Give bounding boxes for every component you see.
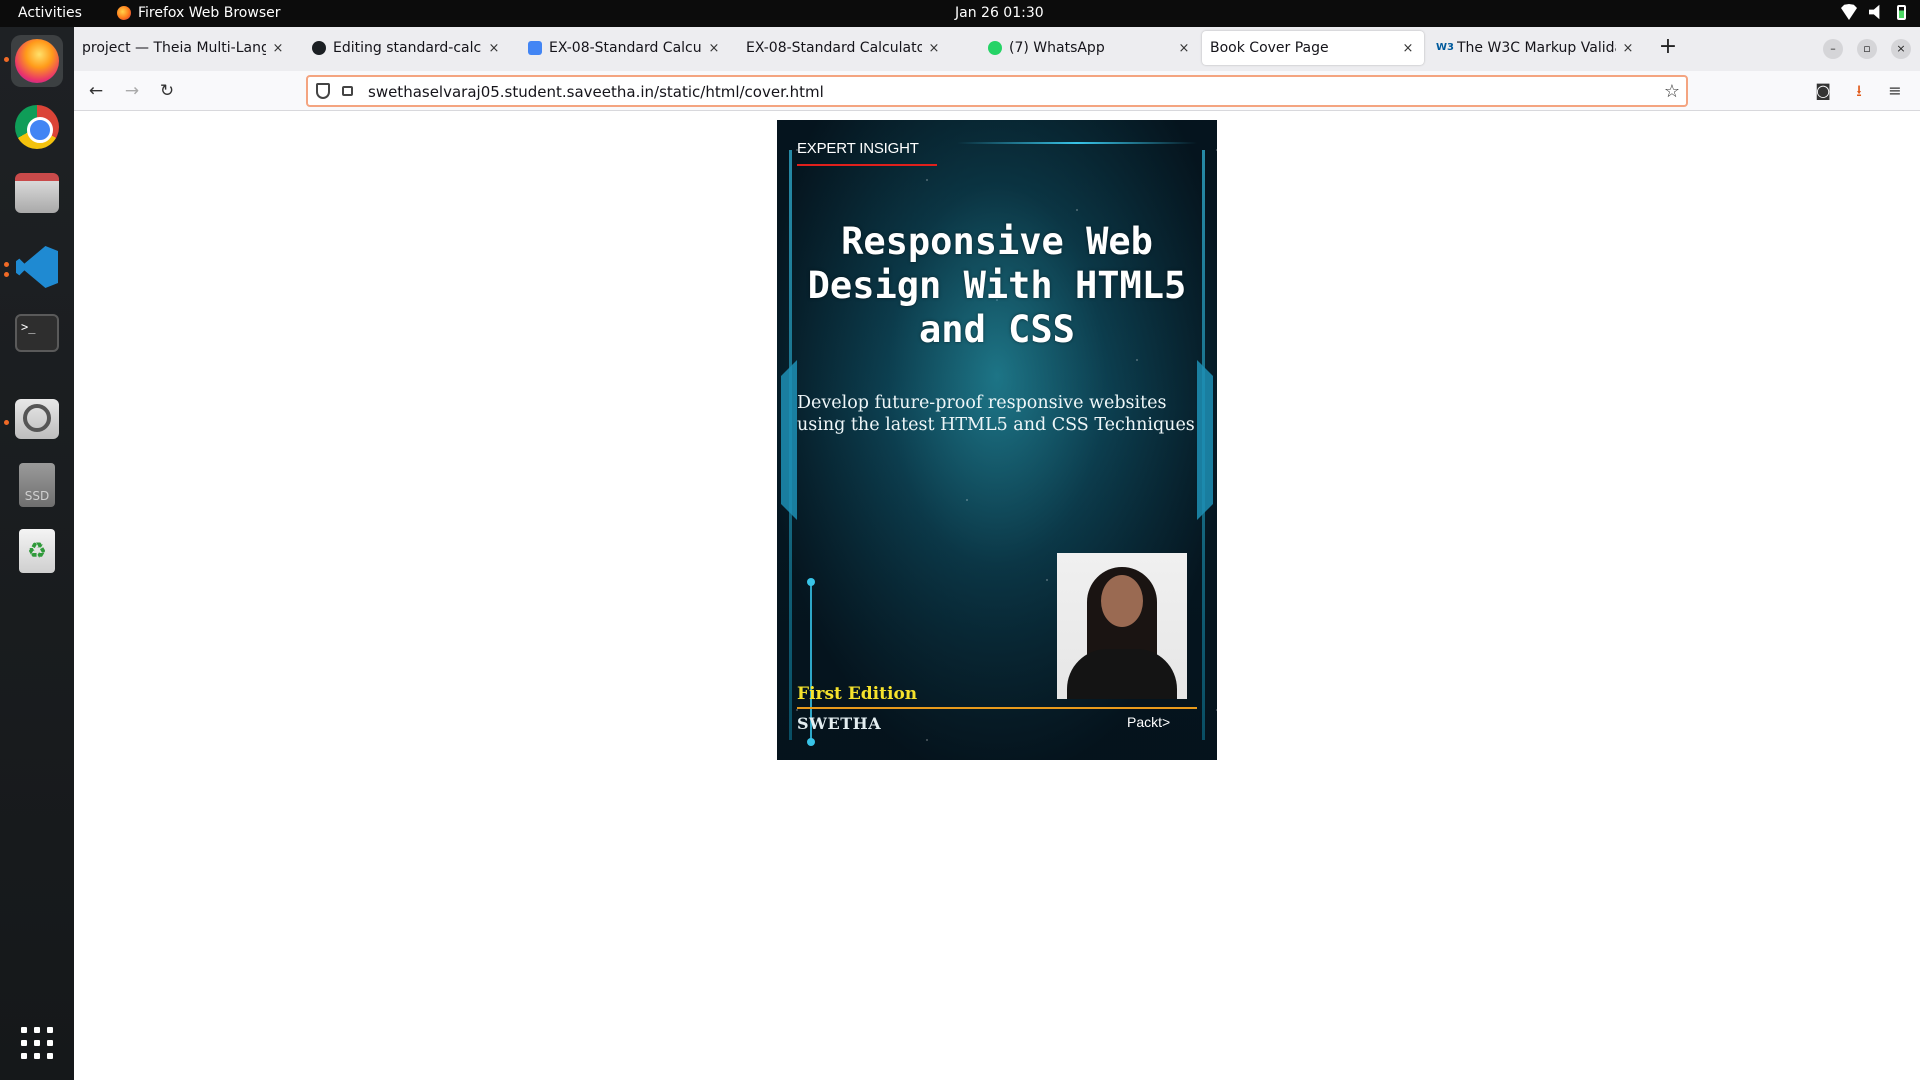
tab-label: (7) WhatsApp bbox=[1009, 40, 1105, 56]
system-top-bar: Activities Firefox Web Browser Jan 26 01… bbox=[0, 0, 1920, 27]
tab-whatsapp[interactable]: (7) WhatsApp × bbox=[980, 31, 1200, 65]
url-bar[interactable]: swethaselvaraj05.student.saveetha.in/sta… bbox=[306, 75, 1688, 107]
firefox-window: project — Theia Multi-Langu × Editing st… bbox=[74, 27, 1920, 1080]
photo-face bbox=[1101, 575, 1143, 627]
running-indicator bbox=[4, 420, 9, 425]
dock-search[interactable] bbox=[11, 393, 63, 445]
lock-icon[interactable] bbox=[342, 86, 353, 96]
forward-button[interactable]: → bbox=[120, 79, 144, 103]
window-close-button[interactable]: × bbox=[1891, 39, 1911, 59]
dock-firefox[interactable] bbox=[11, 35, 63, 87]
tab-strip: project — Theia Multi-Langu × Editing st… bbox=[74, 27, 1920, 71]
close-icon[interactable]: × bbox=[486, 41, 502, 56]
wifi-icon bbox=[1841, 4, 1857, 20]
book-subtitle: Develop future-proof responsive websites… bbox=[797, 393, 1195, 435]
restore-button[interactable]: ▫ bbox=[1857, 39, 1877, 59]
drive-icon: SSD bbox=[19, 463, 55, 507]
running-indicator bbox=[4, 272, 9, 277]
pocket-icon[interactable]: ◙ bbox=[1812, 80, 1834, 102]
dock-chrome[interactable] bbox=[11, 101, 63, 153]
app-menu-label: Firefox Web Browser bbox=[138, 5, 281, 21]
downloads-icon[interactable]: ⭳ bbox=[1848, 80, 1870, 102]
close-icon[interactable]: × bbox=[926, 41, 942, 56]
dock-trash[interactable]: ♻ bbox=[11, 525, 63, 577]
show-apps-button[interactable] bbox=[11, 1017, 63, 1069]
tab-label: EX-08-Standard Calculato bbox=[549, 40, 702, 56]
tab-docs-2[interactable]: EX-08-Standard Calculator - ( × bbox=[738, 31, 950, 65]
tab-book-cover[interactable]: Book Cover Page × bbox=[1202, 31, 1424, 65]
bookmark-star-icon[interactable]: ☆ bbox=[1664, 81, 1680, 102]
terminal-icon: >_ bbox=[15, 314, 59, 352]
frame-top-glow bbox=[957, 142, 1197, 144]
circuit-node bbox=[807, 578, 815, 586]
close-icon[interactable]: × bbox=[1620, 41, 1636, 56]
tab-github[interactable]: Editing standard-calculat × bbox=[304, 31, 510, 65]
dock-vscode[interactable] bbox=[11, 241, 63, 293]
tracking-shield-icon[interactable] bbox=[316, 83, 330, 99]
tab-w3c[interactable]: W3 The W3C Markup Validati × bbox=[1428, 31, 1644, 65]
tab-theia[interactable]: project — Theia Multi-Langu × bbox=[74, 31, 294, 65]
page-content: EXPERT INSIGHT Responsive Web Design Wit… bbox=[74, 112, 1920, 1080]
edition-label: First Edition bbox=[797, 684, 918, 704]
dock-terminal[interactable]: >_ bbox=[11, 307, 63, 359]
frame-bracket-left bbox=[781, 360, 797, 520]
tab-label: project — Theia Multi-Langu bbox=[82, 40, 266, 56]
publisher-logo: Packt> bbox=[1127, 714, 1171, 730]
firefox-icon bbox=[15, 39, 59, 83]
magnifier-icon bbox=[15, 399, 59, 439]
chrome-icon bbox=[15, 105, 59, 149]
tab-label: The W3C Markup Validati bbox=[1457, 40, 1616, 56]
close-icon[interactable]: × bbox=[270, 41, 286, 56]
clock[interactable]: Jan 26 01:30 bbox=[955, 5, 1044, 21]
dock-ssd[interactable]: SSD bbox=[11, 459, 63, 511]
battery-icon bbox=[1897, 4, 1906, 20]
minimize-button[interactable]: – bbox=[1823, 39, 1843, 59]
author-name: SWETHA bbox=[797, 714, 882, 733]
book-cover: EXPERT INSIGHT Responsive Web Design Wit… bbox=[777, 120, 1217, 760]
whatsapp-icon bbox=[988, 41, 1002, 55]
github-icon bbox=[312, 41, 326, 55]
w3c-icon: W3 bbox=[1436, 42, 1454, 53]
tab-label: EX-08-Standard Calculator - ( bbox=[746, 40, 922, 56]
tab-docs-1[interactable]: EX-08-Standard Calculato × bbox=[520, 31, 730, 65]
close-icon[interactable]: × bbox=[706, 41, 722, 56]
author-photo bbox=[1057, 553, 1187, 699]
app-menu[interactable]: Firefox Web Browser bbox=[117, 5, 281, 21]
vscode-icon bbox=[16, 246, 58, 288]
url-text[interactable]: swethaselvaraj05.student.saveetha.in/sta… bbox=[368, 83, 824, 101]
dock-files[interactable] bbox=[11, 167, 63, 219]
photo-body bbox=[1067, 649, 1177, 699]
firefox-mini-icon bbox=[117, 6, 131, 20]
book-title: Responsive Web Design With HTML5 and CSS bbox=[807, 220, 1187, 351]
tab-label: Editing standard-calculat bbox=[333, 40, 482, 56]
grid-icon bbox=[21, 1027, 53, 1059]
files-icon bbox=[15, 173, 59, 213]
running-indicator bbox=[4, 262, 9, 267]
new-tab-button[interactable]: + bbox=[1653, 33, 1683, 63]
docs-icon bbox=[528, 41, 542, 55]
edition-rule bbox=[797, 707, 1197, 709]
activities-button[interactable]: Activities bbox=[18, 5, 82, 21]
trash-icon: ♻ bbox=[19, 529, 55, 573]
navigation-toolbar: ← → ↻ swethaselvaraj05.student.saveetha.… bbox=[74, 71, 1920, 111]
series-label-rule bbox=[797, 164, 937, 166]
back-button[interactable]: ← bbox=[84, 79, 108, 103]
close-icon[interactable]: × bbox=[1400, 41, 1416, 56]
running-indicator bbox=[4, 57, 9, 62]
frame-bracket-right bbox=[1197, 360, 1213, 520]
reload-button[interactable]: ↻ bbox=[155, 79, 179, 103]
dock: >_ SSD ♻ bbox=[0, 27, 74, 1080]
close-icon[interactable]: × bbox=[1176, 41, 1192, 56]
tab-label: Book Cover Page bbox=[1210, 40, 1329, 56]
volume-icon bbox=[1869, 4, 1880, 20]
menu-icon[interactable]: ≡ bbox=[1884, 80, 1906, 102]
circuit-node bbox=[807, 738, 815, 746]
system-tray[interactable] bbox=[1841, 4, 1906, 20]
series-label: EXPERT INSIGHT bbox=[797, 140, 919, 157]
